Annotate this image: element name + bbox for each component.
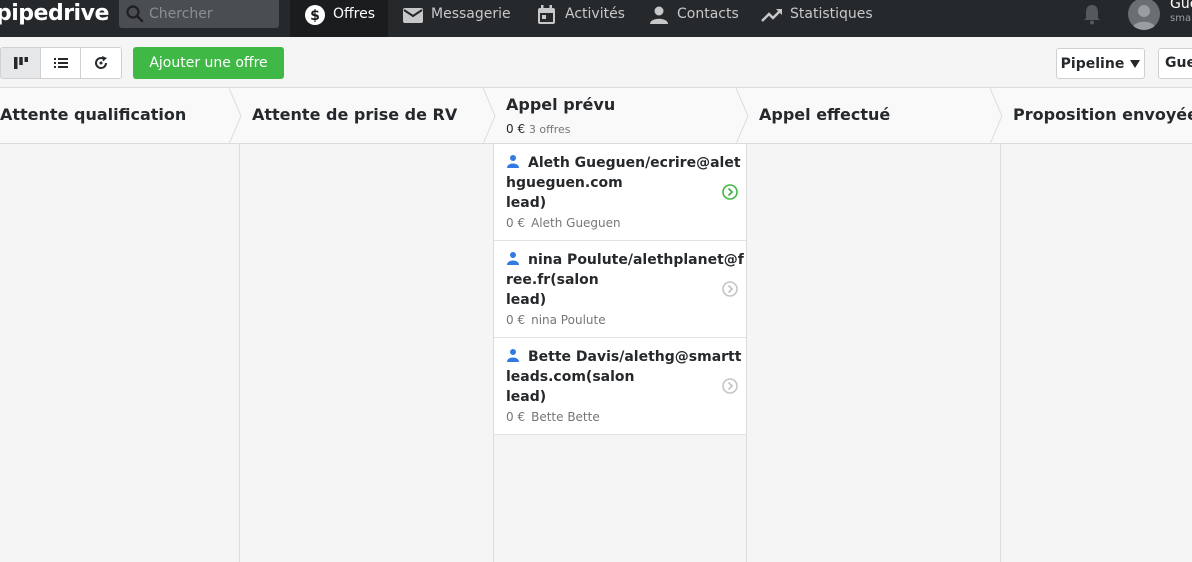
activity-scheduled-icon[interactable] [722, 184, 738, 200]
deal-title: Bette Davis/alethg@smarttleads.com(salon [506, 349, 742, 385]
deal-title-row: Bette Davis/alethg@smarttleads.com(salon… [506, 347, 746, 407]
nav-item-statistiques[interactable]: Statistiques [761, 0, 881, 37]
deal-person: nina Poulute [531, 313, 606, 327]
nav-item-activites[interactable]: Activités [536, 0, 636, 37]
user-avatar-icon [1132, 5, 1156, 30]
avatar[interactable] [1128, 0, 1160, 30]
refresh-icon [95, 56, 108, 69]
top-navigation: pipedrive $ Offres Messagerie Activités [0, 0, 1192, 37]
search-input[interactable] [149, 3, 274, 25]
pipeline-stages: Attente qualification Attente de prise d… [0, 88, 1192, 144]
stage-name: Attente de prise de RV [252, 105, 458, 124]
deal-title-row: Aleth Gueguen/ecrire@alethgueguen.com le… [506, 153, 746, 213]
stage-summary: 0 € 3 offres [506, 122, 571, 136]
person-icon [650, 6, 668, 24]
stage-name: Proposition envoyée [1013, 105, 1192, 124]
stage-header[interactable]: Proposition envoyée [1001, 88, 1192, 143]
search-icon [126, 5, 144, 23]
search-box[interactable] [119, 0, 279, 28]
stage-header[interactable]: Attente qualification [0, 88, 242, 144]
list-icon [53, 58, 68, 68]
deal-card[interactable]: nina Poulute/alethplanet@free.fr(salon l… [494, 241, 746, 338]
list-view-button[interactable] [41, 48, 81, 78]
caret-down-icon [1130, 59, 1141, 68]
user-name[interactable]: Gue [1170, 0, 1192, 12]
toolbar: Ajouter une offre Pipeline Gue [0, 37, 1192, 88]
pipeline-label: Pipeline [1060, 55, 1125, 72]
no-activity-icon[interactable] [722, 281, 738, 297]
deal-value: 0 € [506, 313, 526, 327]
calendar-icon [538, 5, 555, 24]
stage-amount: 0 € [506, 122, 526, 136]
owner-filter[interactable]: Gue [1158, 48, 1192, 79]
deal-title-row: nina Poulute/alethplanet@free.fr(salon l… [506, 250, 746, 310]
deal-title-tail: lead) [506, 292, 547, 308]
bell-icon[interactable] [1080, 2, 1104, 26]
add-deal-button[interactable]: Ajouter une offre [133, 47, 284, 79]
nav-label: Activités [565, 6, 625, 22]
stage-column [747, 144, 1001, 562]
no-activity-icon[interactable] [722, 378, 738, 394]
deal-value: 0 € [506, 410, 526, 424]
deal-person: Bette Bette [531, 410, 600, 424]
deal-title-tail: lead) [506, 389, 547, 405]
stage-deal-count: 3 offres [528, 123, 571, 136]
deal-title-tail: lead) [506, 195, 547, 211]
nav-item-messagerie[interactable]: Messagerie [402, 0, 520, 37]
view-switcher [0, 47, 122, 79]
deal-meta: 0 € nina Poulute [506, 313, 734, 327]
forecast-view-button[interactable] [81, 48, 121, 78]
deal-title: nina Poulute/alethplanet@free.fr(salon [506, 252, 744, 288]
nav-label: Statistiques [790, 6, 873, 22]
stage-column [1001, 144, 1192, 562]
dollar-icon: $ [305, 5, 325, 25]
user-company: sma [1170, 13, 1192, 24]
stage-name: Attente qualification [0, 105, 187, 124]
deal-meta: 0 € Bette Bette [506, 410, 734, 424]
deal-title: Aleth Gueguen/ecrire@alethgueguen.com [506, 155, 741, 191]
nav-label: Offres [333, 6, 376, 22]
person-icon [507, 155, 519, 168]
stage-name: Appel prévu [506, 95, 616, 114]
trending-up-icon [761, 9, 782, 22]
mail-icon [403, 8, 423, 23]
nav-item-offres[interactable]: $ Offres [290, 0, 388, 37]
person-icon [507, 252, 519, 265]
stage-header[interactable]: Appel effectué [747, 88, 1003, 144]
deal-card[interactable]: Aleth Gueguen/ecrire@alethgueguen.com le… [494, 144, 746, 241]
nav-label: Messagerie [431, 6, 511, 22]
nav-item-contacts[interactable]: Contacts [648, 0, 748, 37]
stage-column [0, 144, 240, 562]
kanban-view-button[interactable] [1, 48, 41, 78]
nav-label: Contacts [677, 6, 739, 22]
logo[interactable]: pipedrive [0, 0, 109, 30]
pipeline-selector[interactable]: Pipeline [1056, 48, 1145, 79]
deal-meta: 0 € Aleth Gueguen [506, 216, 734, 230]
stage-header[interactable]: Attente de prise de RV [240, 88, 496, 144]
deal-card[interactable]: Bette Davis/alethg@smarttleads.com(salon… [494, 338, 746, 435]
person-icon [507, 349, 519, 362]
stage-column [240, 144, 494, 562]
stage-header[interactable]: Appel prévu 0 € 3 offres [494, 88, 749, 144]
deal-person: Aleth Gueguen [531, 216, 621, 230]
deal-value: 0 € [506, 216, 526, 230]
stage-name: Appel effectué [759, 105, 891, 124]
svg-text:$: $ [310, 8, 320, 24]
kanban-icon [13, 57, 28, 69]
